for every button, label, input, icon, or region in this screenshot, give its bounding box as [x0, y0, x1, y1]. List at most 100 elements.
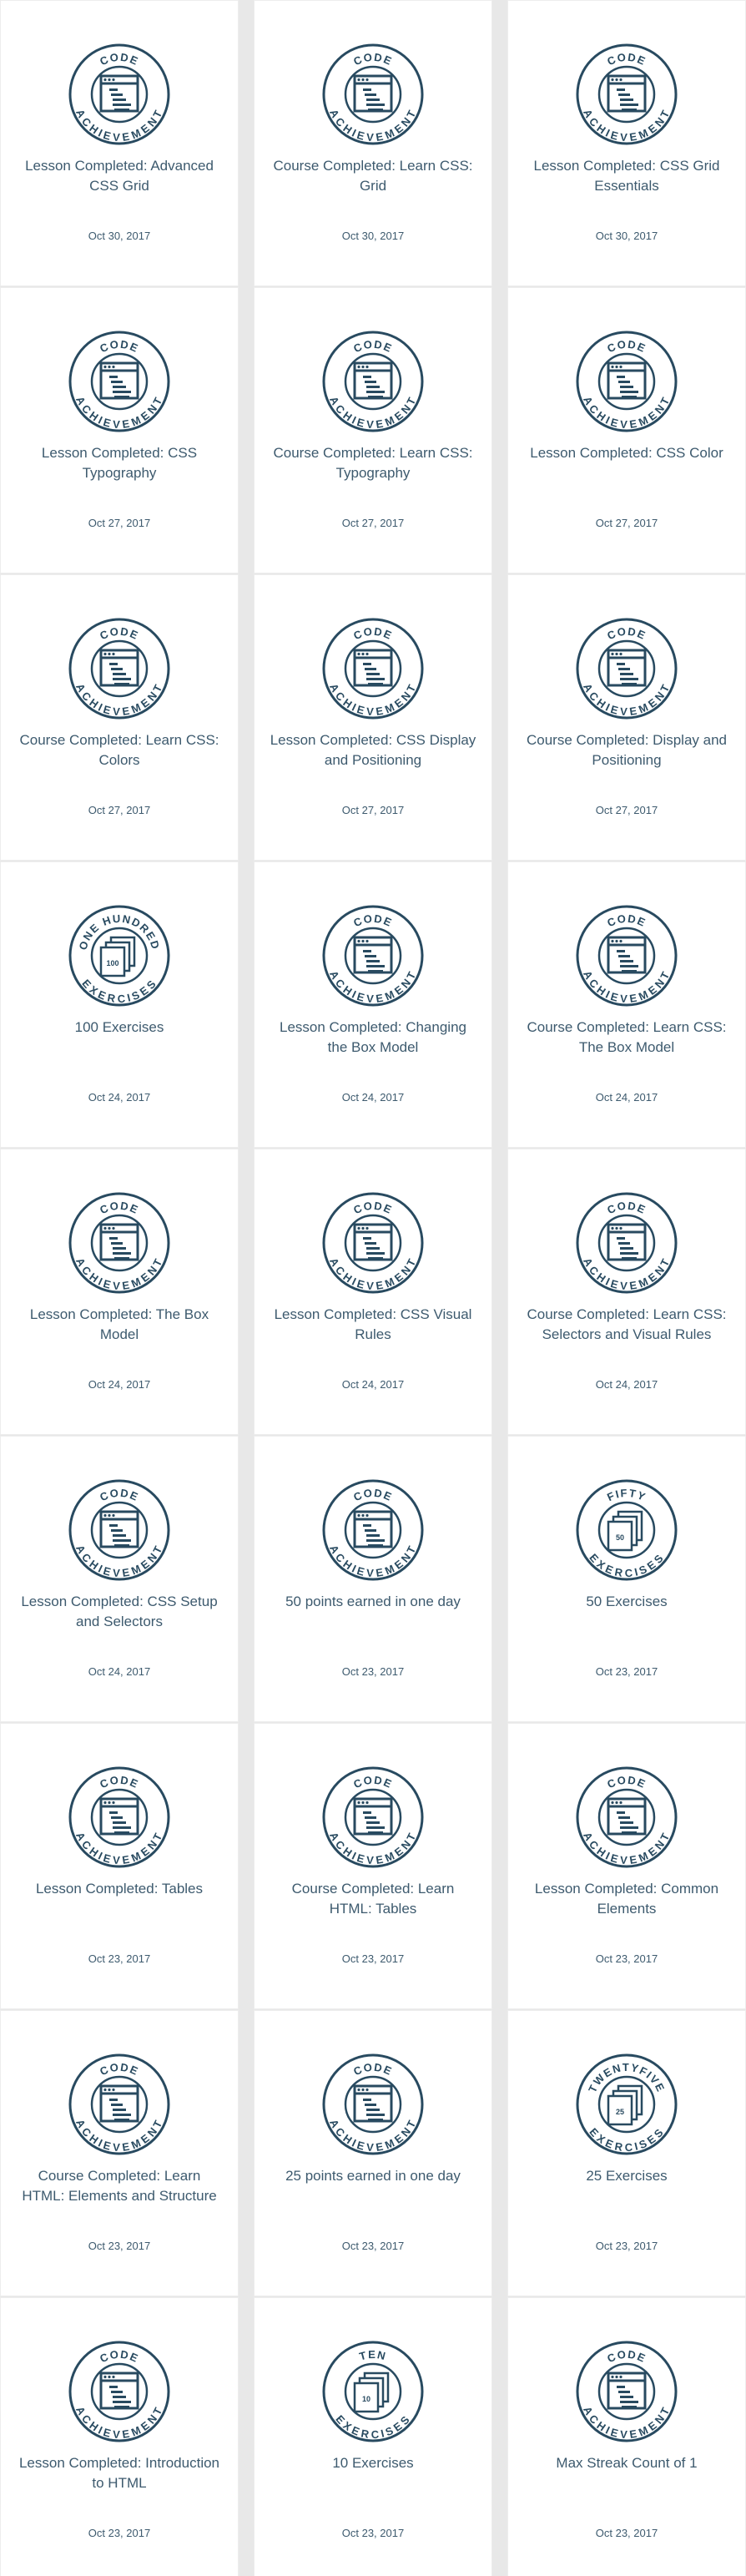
code-window-icon [99, 649, 139, 687]
achievement-card[interactable]: CODE ACHIEVEMENT 50 points earned in one d… [254, 1436, 492, 1722]
badge-top-text: CODE [351, 1774, 393, 1791]
svg-text:CODE: CODE [98, 2061, 140, 2078]
achievement-badge: CODE ACHIEVEMENT [321, 1191, 425, 1295]
achievement-date: Oct 24, 2017 [341, 1091, 405, 1104]
svg-text:CODE: CODE [351, 1774, 394, 1791]
badge-top-text: CODE [351, 1200, 393, 1217]
achievement-badge: CODE ACHIEVEMENT [575, 1765, 678, 1869]
svg-text:ACHIEVEMENT: ACHIEVEMENT [581, 394, 672, 431]
achievement-date: Oct 23, 2017 [595, 1952, 658, 1965]
achievement-date: Oct 23, 2017 [88, 2240, 151, 2252]
achievement-card[interactable]: TEN EXERCISES 10 10 Exercises Oct 23, 2017 [254, 2297, 492, 2576]
achievement-card[interactable]: CODE ACHIEVEMENT Course Completed: Learn H… [254, 1723, 492, 2009]
svg-text:EXERCISES: EXERCISES [334, 2412, 413, 2441]
achievement-card[interactable]: CODE ACHIEVEMENT Lesson Completed: CSS Vis… [254, 1149, 492, 1435]
svg-text:CODE: CODE [98, 2348, 140, 2366]
achievement-card[interactable]: CODE ACHIEVEMENT Lesson Completed: CSS Set… [0, 1436, 239, 1722]
exercise-stack-icon [99, 936, 136, 977]
badge-top-text: CODE [351, 912, 393, 930]
achievement-card[interactable]: CODE ACHIEVEMENT Lesson Completed: Tables O… [0, 1723, 239, 2009]
achievement-badge: CODE ACHIEVEMENT [575, 43, 678, 146]
badge-bottom-text: ACHIEVEMENT [73, 107, 164, 144]
badge-bottom-text: ACHIEVEMENT [327, 681, 417, 718]
achievement-title: Lesson Completed: CSS Grid Essentials [533, 158, 720, 194]
achievement-card[interactable]: CODE ACHIEVEMENT 25 points earned in one d… [254, 2010, 492, 2296]
achievement-date: Oct 30, 2017 [341, 230, 405, 242]
achievement-title: 25 points earned in one day [285, 2168, 461, 2184]
badge-bottom-text: ACHIEVEMENT [73, 2117, 164, 2154]
achievement-title: Course Completed: Learn CSS: Selectors a… [527, 1306, 727, 1342]
badge-bottom-text: EXERCISES [587, 2125, 665, 2154]
code-window-icon [607, 2371, 647, 2410]
achievement-card[interactable]: TWENTYFIVE EXERCISES 25 25 Exercises Oct 23,… [507, 2010, 746, 2296]
achievement-badge: CODE ACHIEVEMENT [68, 1478, 171, 1582]
svg-text:ACHIEVEMENT: ACHIEVEMENT [327, 968, 418, 1005]
achievement-card[interactable]: CODE ACHIEVEMENT Course Completed: Learn C… [0, 574, 239, 861]
achievement-date: Oct 23, 2017 [341, 1665, 405, 1678]
achievement-card[interactable]: CODE ACHIEVEMENT Lesson Completed: Introdu… [0, 2297, 239, 2576]
badge-top-text: CODE [98, 1200, 139, 1217]
achievement-date: Oct 23, 2017 [341, 2527, 405, 2539]
achievement-card[interactable]: CODE ACHIEVEMENT Course Completed: Learn C… [507, 1149, 746, 1435]
badge-bottom-text: ACHIEVEMENT [327, 107, 417, 144]
achievement-card[interactable]: CODE ACHIEVEMENT Lesson Completed: CSS Gri… [507, 0, 746, 286]
achievement-card[interactable]: FIFTY EXERCISES 50 50 Exercises Oct 23, 2017 [507, 1436, 746, 1722]
achievement-card[interactable]: CODE ACHIEVEMENT Lesson Completed: Changin… [254, 861, 492, 1148]
achievement-card[interactable]: CODE ACHIEVEMENT Lesson Completed: The Box… [0, 1149, 239, 1435]
achievement-card[interactable]: CODE ACHIEVEMENT Lesson Completed: CSS Col… [507, 287, 746, 573]
code-window-icon [99, 1510, 139, 1548]
badge-top-text: CODE [351, 338, 393, 356]
svg-text:CODE: CODE [605, 912, 648, 930]
svg-text:ACHIEVEMENT: ACHIEVEMENT [73, 1830, 164, 1866]
achievement-title: Lesson Completed: CSS Display and Positi… [270, 732, 476, 768]
achievement-card[interactable]: ONE HUNDRED EXERCISES 100 100 Exercises Oct … [0, 861, 239, 1148]
achievement-card[interactable]: CODE ACHIEVEMENT Max Streak Count of 1 Oct … [507, 2297, 746, 2576]
achievement-badge: ONE HUNDRED EXERCISES 100 [68, 904, 171, 1008]
badge-number: 10 [362, 2395, 370, 2403]
code-window-icon [607, 936, 647, 974]
svg-text:TEN: TEN [358, 2348, 388, 2363]
achievement-date: Oct 23, 2017 [88, 1952, 151, 1965]
svg-text:ACHIEVEMENT: ACHIEVEMENT [73, 681, 164, 718]
achievement-card[interactable]: CODE ACHIEVEMENT Course Completed: Learn C… [254, 0, 492, 286]
svg-text:ACHIEVEMENT: ACHIEVEMENT [73, 1543, 164, 1579]
code-window-icon [99, 1797, 139, 1836]
svg-text:ACHIEVEMENT: ACHIEVEMENT [327, 394, 418, 431]
exercise-stack-icon [607, 2084, 643, 2126]
svg-text:ACHIEVEMENT: ACHIEVEMENT [581, 2404, 672, 2441]
achievement-date: Oct 27, 2017 [88, 804, 151, 816]
achievement-date: Oct 27, 2017 [341, 804, 405, 816]
achievement-card[interactable]: CODE ACHIEVEMENT Lesson Completed: Advance… [0, 0, 239, 286]
achievement-card[interactable]: CODE ACHIEVEMENT Lesson Completed: Common … [507, 1723, 746, 2009]
achievement-card[interactable]: CODE ACHIEVEMENT Lesson Completed: CSS Dis… [254, 574, 492, 861]
badge-number: 25 [616, 2108, 624, 2116]
achievement-date: Oct 23, 2017 [341, 2240, 405, 2252]
achievement-card[interactable]: CODE ACHIEVEMENT Course Completed: Learn H… [0, 2010, 239, 2296]
achievement-card[interactable]: CODE ACHIEVEMENT Lesson Completed: CSS Typ… [0, 287, 239, 573]
svg-text:CODE: CODE [605, 338, 648, 356]
achievement-date: Oct 24, 2017 [88, 1665, 151, 1678]
achievement-title: Lesson Completed: Common Elements [534, 1881, 719, 1917]
achievement-date: Oct 30, 2017 [88, 230, 151, 242]
svg-text:EXERCISES: EXERCISES [587, 2125, 667, 2154]
badge-bottom-text: ACHIEVEMENT [327, 394, 417, 431]
code-window-icon [607, 649, 647, 687]
svg-text:CODE: CODE [605, 625, 648, 643]
achievement-title: Lesson Completed: CSS Typography [41, 445, 198, 481]
code-window-icon [353, 74, 393, 113]
svg-text:ACHIEVEMENT: ACHIEVEMENT [327, 2117, 418, 2154]
achievement-date: Oct 24, 2017 [88, 1091, 151, 1104]
svg-text:ACHIEVEMENT: ACHIEVEMENT [581, 1830, 672, 1866]
achievement-title: Course Completed: Learn HTML: Elements a… [22, 2168, 217, 2204]
achievement-badge: CODE ACHIEVEMENT [575, 2340, 678, 2443]
achievement-card[interactable]: CODE ACHIEVEMENT Course Completed: Display… [507, 574, 746, 861]
svg-text:CODE: CODE [351, 912, 394, 930]
achievement-title: Course Completed: Learn CSS: Grid [273, 158, 473, 194]
achievement-card[interactable]: CODE ACHIEVEMENT Course Completed: Learn C… [507, 861, 746, 1148]
achievement-badge: TWENTYFIVE EXERCISES 25 [575, 2053, 678, 2156]
svg-text:CODE: CODE [98, 1200, 140, 1217]
achievement-card[interactable]: CODE ACHIEVEMENT Course Completed: Learn C… [254, 287, 492, 573]
svg-text:CODE: CODE [351, 1487, 394, 1504]
achievement-badge: CODE ACHIEVEMENT [68, 1191, 171, 1295]
svg-text:CODE: CODE [605, 1774, 648, 1791]
